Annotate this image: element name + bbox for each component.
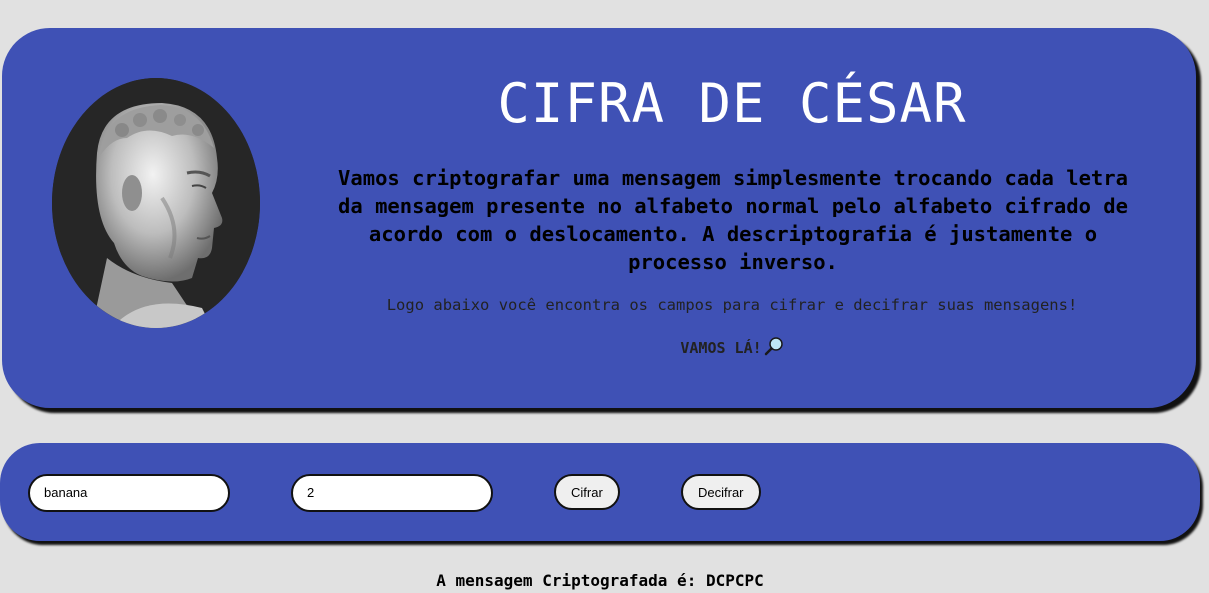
shift-input[interactable] <box>291 474 493 512</box>
cipher-form: Cifrar Decifrar <box>0 443 1200 541</box>
encrypt-button[interactable]: Cifrar <box>554 474 620 510</box>
magnifying-glass-icon <box>764 336 784 360</box>
call-to-action-label: VAMOS LÁ! <box>680 339 762 357</box>
page-title: CIFRA DE CÉSAR <box>497 72 967 135</box>
decrypt-button[interactable]: Decifrar <box>681 474 761 510</box>
result-text: A mensagem Criptografada é: DCPCPC <box>436 571 764 590</box>
instructions-text: Logo abaixo você encontra os campos para… <box>386 296 1078 314</box>
message-input[interactable] <box>28 474 230 512</box>
caesar-portrait <box>52 78 260 328</box>
hero-panel: CIFRA DE CÉSAR Vamos criptografar uma me… <box>2 28 1196 408</box>
call-to-action: VAMOS LÁ! <box>332 336 1132 360</box>
description-text: Vamos criptografar uma mensagem simplesm… <box>338 166 1128 274</box>
